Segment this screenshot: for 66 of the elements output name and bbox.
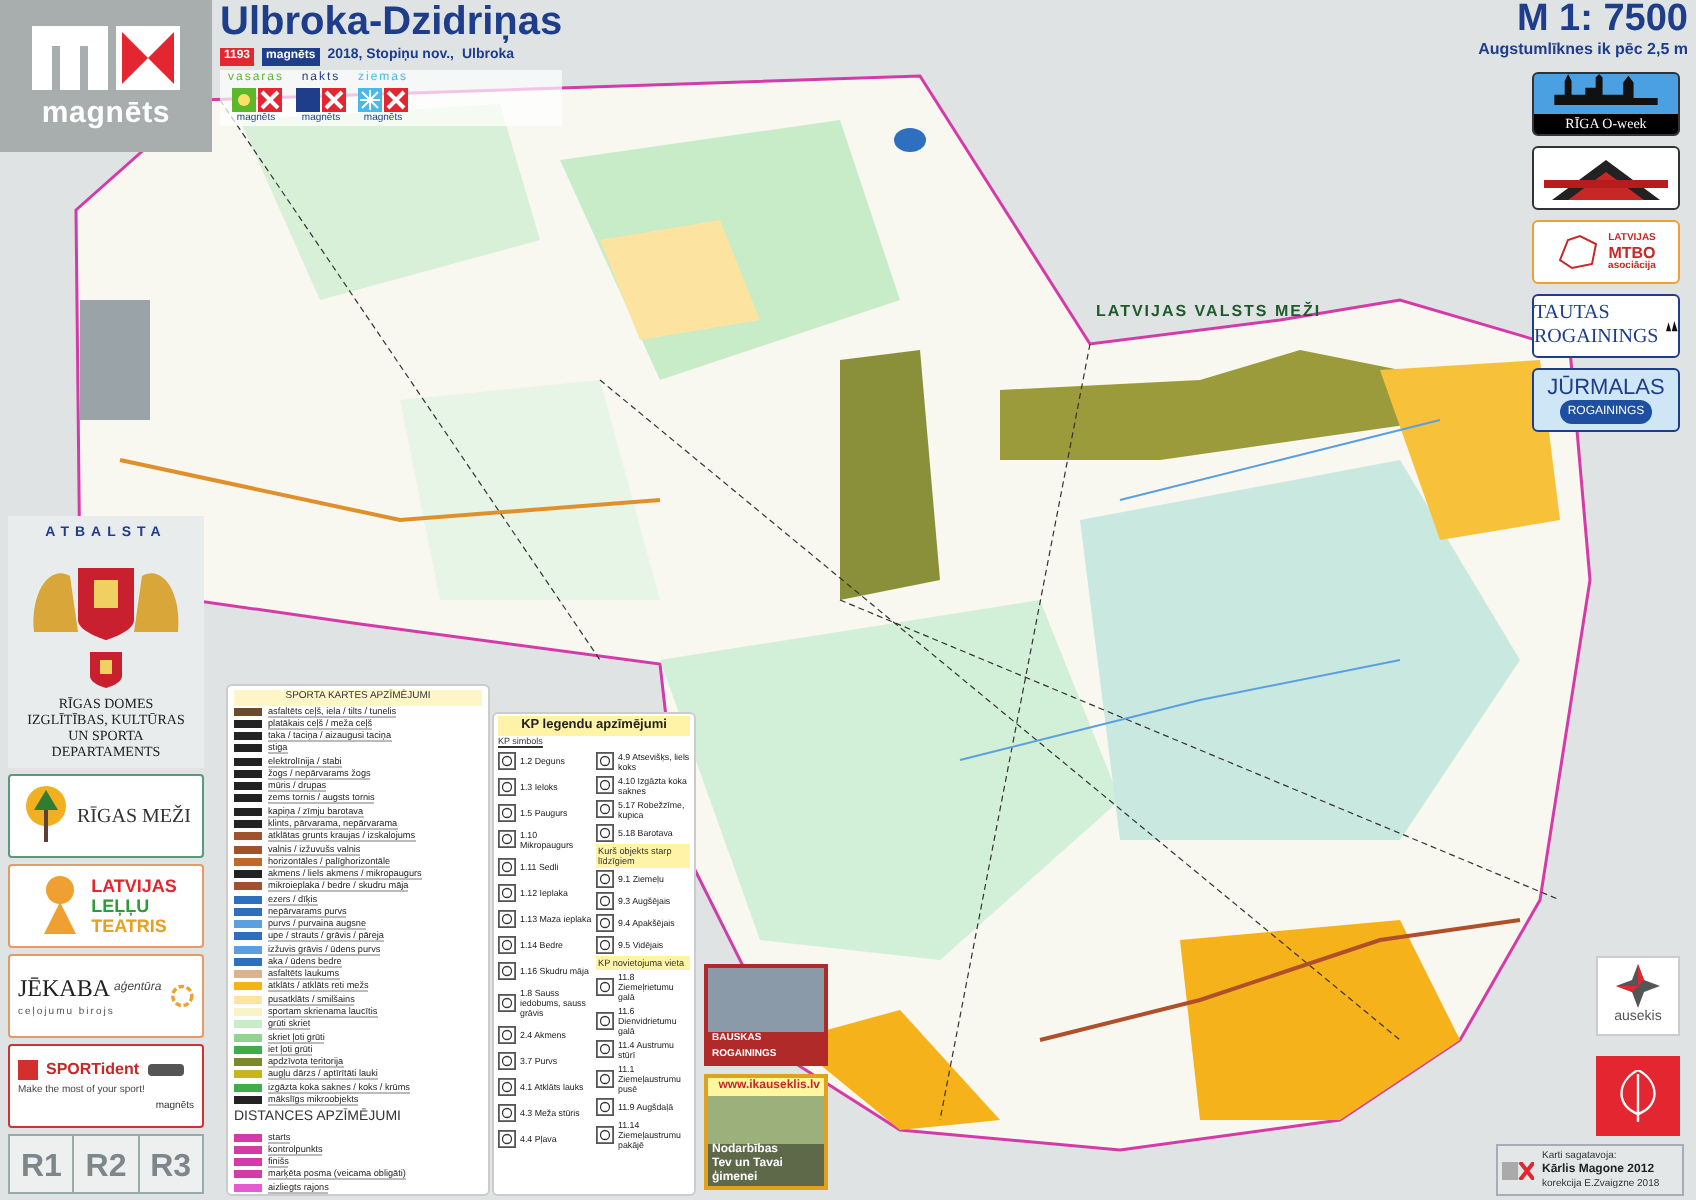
control-symbol-icon bbox=[596, 891, 614, 909]
control-symbol-icon bbox=[498, 935, 516, 954]
control-symbol-icon bbox=[498, 1130, 516, 1149]
sponsor-name: RĪGAS MEŽI bbox=[77, 802, 191, 831]
map-scale: M 1: 7500 bbox=[1516, 0, 1688, 40]
forest-owner-label: LATVIJAS VALSTS MEŽI bbox=[1096, 300, 1322, 324]
leaf-icon bbox=[1616, 1070, 1660, 1122]
season-icon bbox=[231, 87, 255, 111]
control-symbol-icon bbox=[498, 803, 516, 822]
star-icon bbox=[1616, 963, 1660, 1008]
control-symbol-icon bbox=[596, 1097, 614, 1115]
tree-icon bbox=[21, 786, 70, 846]
cross-icon bbox=[322, 87, 347, 111]
sponsor-name-line: LATVIJAS bbox=[91, 876, 177, 896]
control-symbol-icon bbox=[498, 909, 516, 928]
contour-interval: Augstumlīknes ik pēc 2,5 m bbox=[1478, 40, 1688, 58]
lake bbox=[894, 128, 926, 152]
control-symbol-icon bbox=[596, 869, 614, 887]
control-symbol-icon bbox=[596, 913, 614, 931]
brand-mark-icon bbox=[1502, 1161, 1534, 1179]
sponsor-name-line: TEATRIS bbox=[91, 916, 169, 936]
logo-text: magnēts bbox=[41, 97, 171, 127]
sponsor-name-line: LEĻĻU bbox=[91, 896, 152, 916]
control-symbol-icon bbox=[498, 962, 516, 980]
sponsor-name: JĒKABA bbox=[18, 972, 111, 1006]
round-box: R1 bbox=[10, 1136, 73, 1192]
control-symbol-icon bbox=[596, 1040, 614, 1058]
event-name-line: JŪRMALAS bbox=[1547, 376, 1665, 400]
round-box: R3 bbox=[139, 1136, 202, 1192]
cross-icon bbox=[384, 87, 409, 111]
control-symbol-icon bbox=[498, 883, 516, 902]
event-name-line: ROGAININGS bbox=[1534, 326, 1659, 350]
letter-m-icon bbox=[32, 25, 108, 89]
si-logo-icon bbox=[18, 1059, 38, 1079]
season-icon bbox=[358, 87, 383, 111]
map-title: Ulbroka-Dzidriņas bbox=[220, 0, 563, 44]
control-symbol-icon bbox=[498, 1052, 516, 1071]
control-symbol-icon bbox=[596, 935, 614, 953]
emblem-icon bbox=[90, 648, 122, 688]
control-symbol-icon bbox=[596, 977, 614, 995]
control-symbol-icon bbox=[596, 752, 614, 770]
event-name-line: TAUTAS bbox=[1534, 302, 1612, 326]
sponsor-name: SPORTident bbox=[46, 1057, 140, 1081]
cross-icon bbox=[116, 25, 180, 89]
chip-icon bbox=[147, 1063, 184, 1075]
control-symbol-icon bbox=[498, 777, 516, 796]
control-symbol-icon bbox=[596, 1125, 614, 1143]
control-symbol-icon bbox=[498, 1104, 516, 1123]
control-symbol-icon bbox=[498, 994, 516, 1013]
round-box: R2 bbox=[74, 1136, 138, 1192]
control-symbol-icon bbox=[498, 857, 516, 876]
control-symbol-icon bbox=[596, 1069, 614, 1087]
season-icon bbox=[296, 87, 321, 111]
control-symbol-icon bbox=[498, 830, 516, 849]
control-symbol-icon bbox=[498, 1026, 516, 1045]
control-symbol-icon bbox=[498, 751, 516, 769]
building-area bbox=[80, 300, 150, 420]
control-symbol-icon bbox=[596, 823, 614, 841]
country-outline-icon bbox=[1556, 232, 1601, 272]
cross-icon bbox=[257, 87, 281, 111]
control-symbol-icon bbox=[596, 800, 614, 818]
control-symbol-icon bbox=[498, 1078, 516, 1097]
pyramid-pattern-icon bbox=[1544, 156, 1668, 200]
control-symbol-icon bbox=[596, 1011, 614, 1029]
control-symbol-icon bbox=[596, 776, 614, 794]
event-name-line: MTBO bbox=[1608, 245, 1656, 259]
